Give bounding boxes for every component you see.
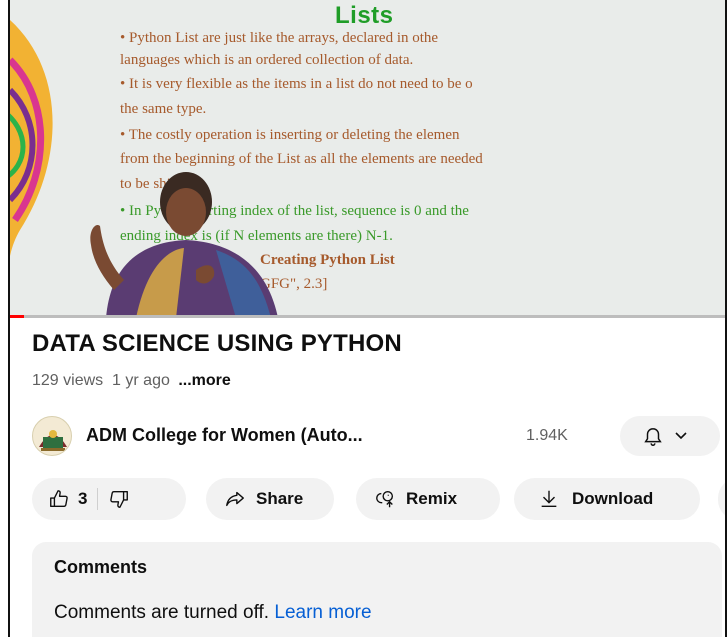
- like-count: 3: [78, 489, 88, 508]
- more-link[interactable]: ...more: [178, 372, 230, 389]
- download-label: Download: [572, 489, 654, 508]
- bell-icon: [644, 428, 662, 446]
- thumbs-down-icon[interactable]: [108, 488, 130, 510]
- video-meta: 129 views 1 yr ago ...more: [32, 372, 231, 390]
- subscriber-count: 1.94K: [526, 427, 568, 444]
- comments-status: Comments are turned off. Learn more: [54, 602, 372, 624]
- action-bar: 3 Share Remix Download: [32, 478, 725, 520]
- slide-line: • It is very flexible as the items in a …: [120, 76, 473, 92]
- slide-title: Lists: [335, 2, 394, 29]
- remix-label: Remix: [406, 489, 458, 508]
- download-icon: [541, 490, 557, 508]
- video-player[interactable]: Lists • Python List are just like the ar…: [10, 0, 725, 318]
- slide-decoration: [10, 20, 53, 318]
- thumbs-up-icon[interactable]: [48, 488, 70, 510]
- chevron-down-icon: [675, 432, 687, 440]
- upload-age: 1 yr ago: [112, 372, 170, 389]
- comments-heading: Comments: [54, 557, 148, 577]
- slide-line: languages which is an ordered collection…: [120, 52, 414, 68]
- comments-panel[interactable]: Comments Comments are turned off. Learn …: [32, 542, 722, 637]
- presenter-image: [90, 172, 278, 318]
- video-title: DATA SCIENCE USING PYTHON: [32, 330, 402, 357]
- download-button[interactable]: Download: [514, 478, 700, 520]
- view-count: 129 views: [32, 372, 104, 389]
- share-button[interactable]: Share: [206, 478, 334, 520]
- notifications-button[interactable]: [620, 416, 720, 456]
- video-progress-bar[interactable]: [10, 315, 725, 318]
- like-dislike-group: 3: [32, 478, 186, 520]
- remix-icon: [376, 490, 394, 508]
- channel-avatar[interactable]: [32, 416, 72, 456]
- share-icon: [226, 491, 244, 507]
- more-actions-button[interactable]: [718, 478, 725, 520]
- channel-name[interactable]: ADM College for Women (Auto...: [86, 425, 363, 446]
- divider: [97, 488, 99, 510]
- share-label: Share: [256, 489, 304, 508]
- slide-line: the same type.: [120, 101, 207, 117]
- learn-more-link[interactable]: Learn more: [274, 602, 371, 623]
- remix-button[interactable]: Remix: [356, 478, 500, 520]
- channel-row: ADM College for Women (Auto... 1.94K: [32, 412, 722, 458]
- app-frame: Lists • Python List are just like the ar…: [8, 0, 727, 637]
- video-progress-fill: [10, 315, 25, 318]
- slide-line: • The costly operation is inserting or d…: [120, 127, 460, 143]
- slide-line: • Python List are just like the arrays, …: [120, 30, 439, 46]
- comments-off-text: Comments are turned off.: [54, 602, 275, 623]
